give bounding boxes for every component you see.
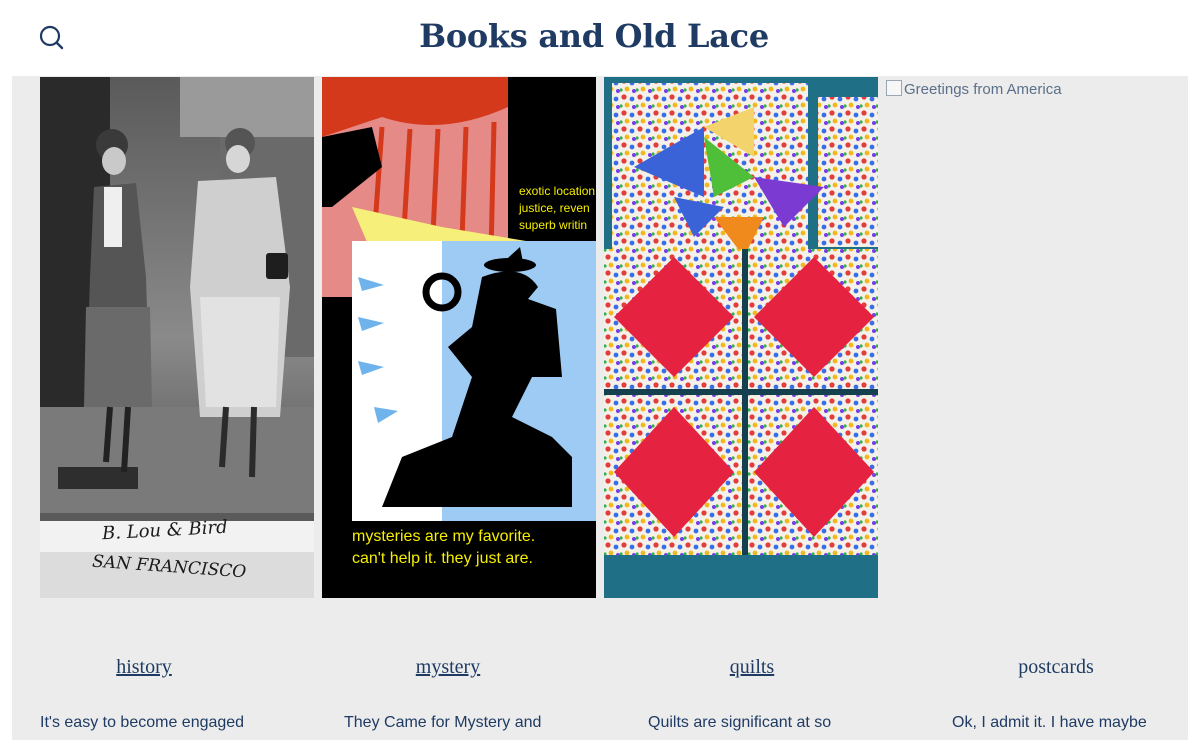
broken-image-icon [886,80,902,96]
poster-footer: mysteries are my favorite. can't help it… [352,528,536,567]
site-title[interactable]: Books and Old Lace [0,17,1188,55]
postcard-image[interactable]: Greetings from America [886,80,1062,98]
category-link-mystery[interactable]: mystery [318,656,578,679]
category-link-quilts[interactable]: quilts [622,656,882,679]
category-excerpt-mystery: They Came for Mystery and [344,714,542,731]
category-excerpt-postcards: Ok, I admit it. I have maybe [952,714,1147,731]
site-header: Books and Old Lace [0,0,1200,76]
history-photo[interactable]: B. Lou & Bird SAN FRANCISCO [40,77,314,598]
poster-tagline: exotic location justice, reven superb wr… [519,184,596,232]
category-link-history[interactable]: history [14,656,274,679]
postcard-image-alt: Greetings from America [904,81,1062,98]
mystery-poster[interactable]: exotic location justice, reven superb wr… [322,77,596,598]
category-excerpt-history: It's easy to become engaged [40,714,245,731]
category-excerpt-quilts: Quilts are significant at so [648,714,832,731]
category-title-postcards: postcards [1018,656,1094,678]
quilt-photo[interactable] [604,77,878,598]
